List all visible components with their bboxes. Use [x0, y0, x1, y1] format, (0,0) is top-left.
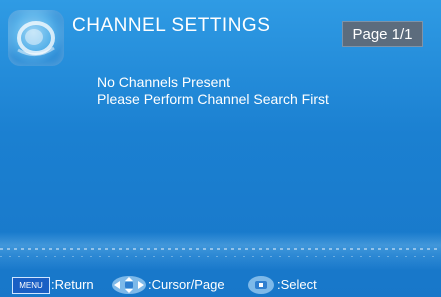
page-title: CHANNEL SETTINGS	[72, 15, 271, 36]
return-hint: :Return	[51, 277, 94, 292]
satellite-logo-icon	[8, 10, 64, 66]
channel-search-hint: Please Perform Channel Search First	[97, 91, 329, 107]
decorative-dotted-line-2	[0, 256, 441, 257]
select-hint: :Select	[277, 277, 317, 292]
no-channels-message: No Channels Present	[97, 74, 231, 90]
decorative-dotted-line	[0, 248, 441, 250]
menu-key-button[interactable]: MENU	[12, 277, 50, 294]
decorative-wave	[0, 232, 441, 270]
cursor-page-hint: :Cursor/Page	[148, 277, 225, 292]
dpad-cursor-icon	[112, 276, 146, 294]
footer-key-hints: MENU :Return :Cursor/Page :Select	[0, 272, 441, 297]
tv-menu-screen: CHANNEL SETTINGS Page 1/1 No Channels Pr…	[0, 0, 441, 297]
ok-select-icon	[248, 276, 274, 294]
page-indicator: Page 1/1	[342, 21, 423, 47]
